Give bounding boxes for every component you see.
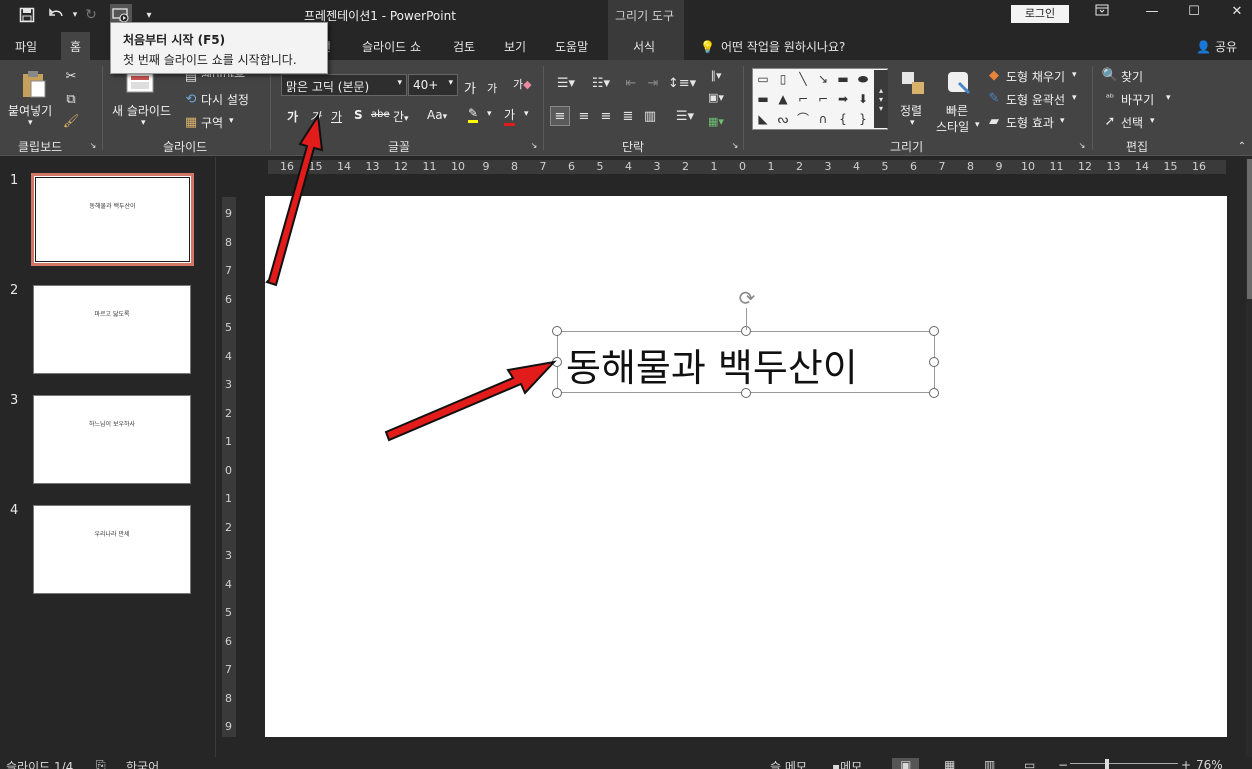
zoom-slider[interactable] bbox=[1070, 763, 1178, 764]
zoom-slider-thumb[interactable] bbox=[1105, 759, 1109, 769]
slide-sorter-icon[interactable]: ▦ bbox=[944, 758, 955, 769]
comments-icon: ▪ bbox=[832, 760, 841, 769]
comments-button[interactable]: ▪메모 bbox=[832, 758, 862, 769]
notes-button[interactable]: 슬 메모 bbox=[770, 758, 807, 769]
reading-view-icon[interactable]: ▥ bbox=[984, 758, 995, 769]
zoom-level[interactable]: 76% bbox=[1196, 758, 1223, 769]
zoom-out-icon[interactable]: − bbox=[1058, 758, 1068, 769]
annotation-arrows bbox=[265, 113, 557, 442]
status-bar: 슬라이드 1/4 ⎘ 한국어 슬 메모 ▪메모 ▣ ▦ ▥ ▭ − + 76% bbox=[0, 757, 1252, 769]
comments-label: 메모 bbox=[840, 760, 863, 769]
language[interactable]: 한국어 bbox=[126, 758, 159, 769]
slideshow-view-icon[interactable]: ▭ bbox=[1024, 758, 1035, 769]
spellcheck-icon[interactable]: ⎘ bbox=[96, 758, 106, 769]
scrollbar-thumb[interactable] bbox=[1247, 159, 1252, 299]
slide-count: 슬라이드 1/4 bbox=[6, 760, 74, 769]
normal-view-icon[interactable]: ▣ bbox=[892, 758, 920, 769]
annotation-arrow-up bbox=[265, 113, 324, 287]
annotation-arrow-right bbox=[384, 360, 557, 442]
zoom-in-icon[interactable]: + bbox=[1181, 758, 1191, 769]
